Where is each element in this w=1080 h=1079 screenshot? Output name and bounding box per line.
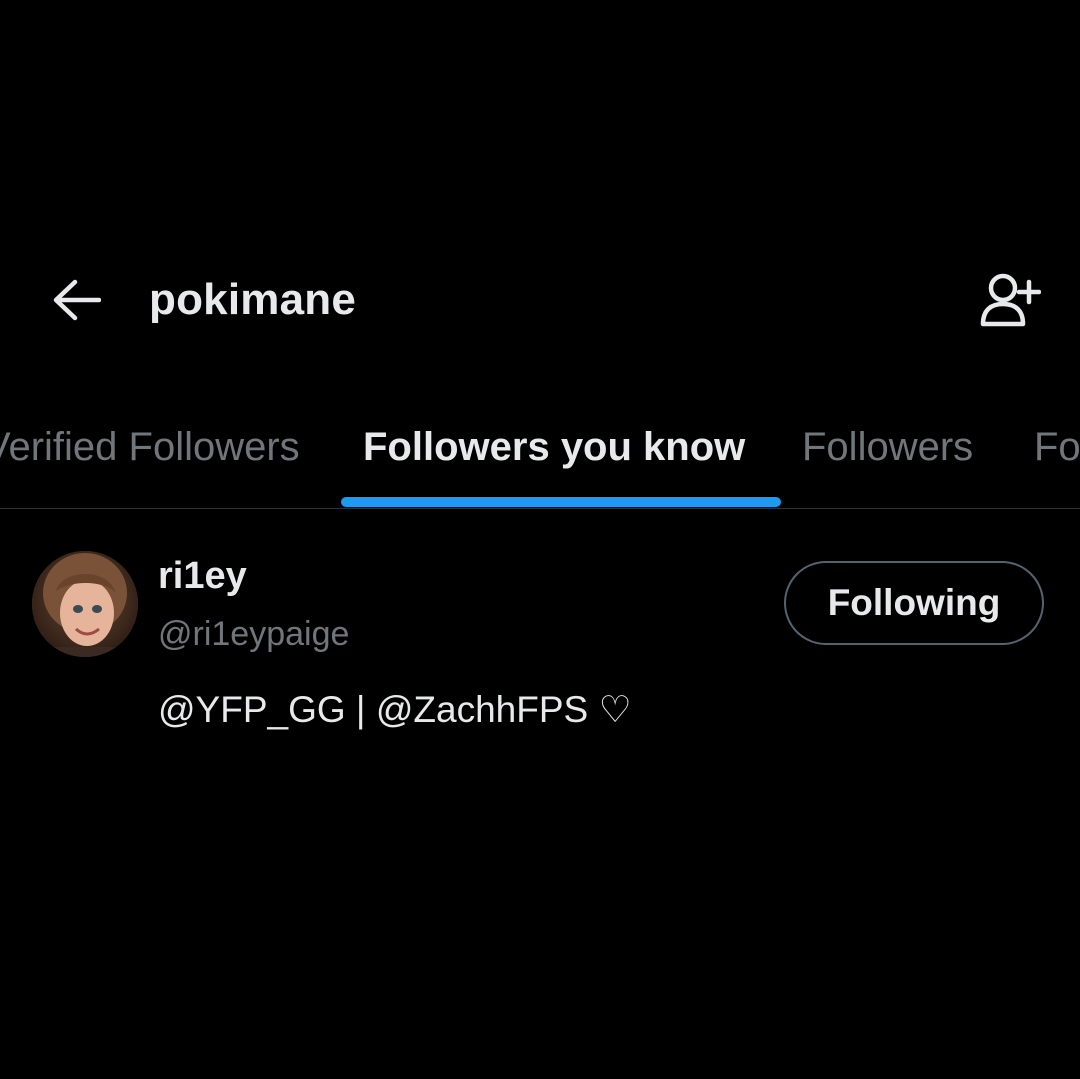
- page-title: pokimane: [149, 275, 356, 324]
- arrow-left-icon: [53, 279, 101, 321]
- back-button[interactable]: [48, 274, 104, 326]
- tab-followers-you-know[interactable]: Followers you know: [363, 422, 745, 472]
- tab-bar: Verified Followers Followers you know Fo…: [0, 410, 1080, 509]
- following-button[interactable]: Following: [784, 561, 1044, 645]
- tab-following[interactable]: Following: [1034, 422, 1080, 472]
- avatar[interactable]: [32, 551, 138, 657]
- active-tab-indicator: [341, 497, 781, 507]
- user-display-name[interactable]: ri1ey: [158, 551, 247, 601]
- tab-verified-followers[interactable]: Verified Followers: [0, 422, 300, 472]
- top-app-bar: pokimane: [0, 250, 1080, 350]
- user-bio: @YFP_GG | @ZachhFPS ♡: [158, 689, 632, 730]
- person-add-icon: [980, 273, 1041, 327]
- list-item[interactable]: ri1ey @ri1eypaige Following @YFP_GG | @Z…: [0, 509, 1080, 759]
- add-user-button[interactable]: [970, 268, 1046, 332]
- tab-followers[interactable]: Followers: [802, 422, 973, 472]
- user-handle[interactable]: @ri1eypaige: [158, 611, 349, 657]
- avatar-image: [32, 551, 138, 657]
